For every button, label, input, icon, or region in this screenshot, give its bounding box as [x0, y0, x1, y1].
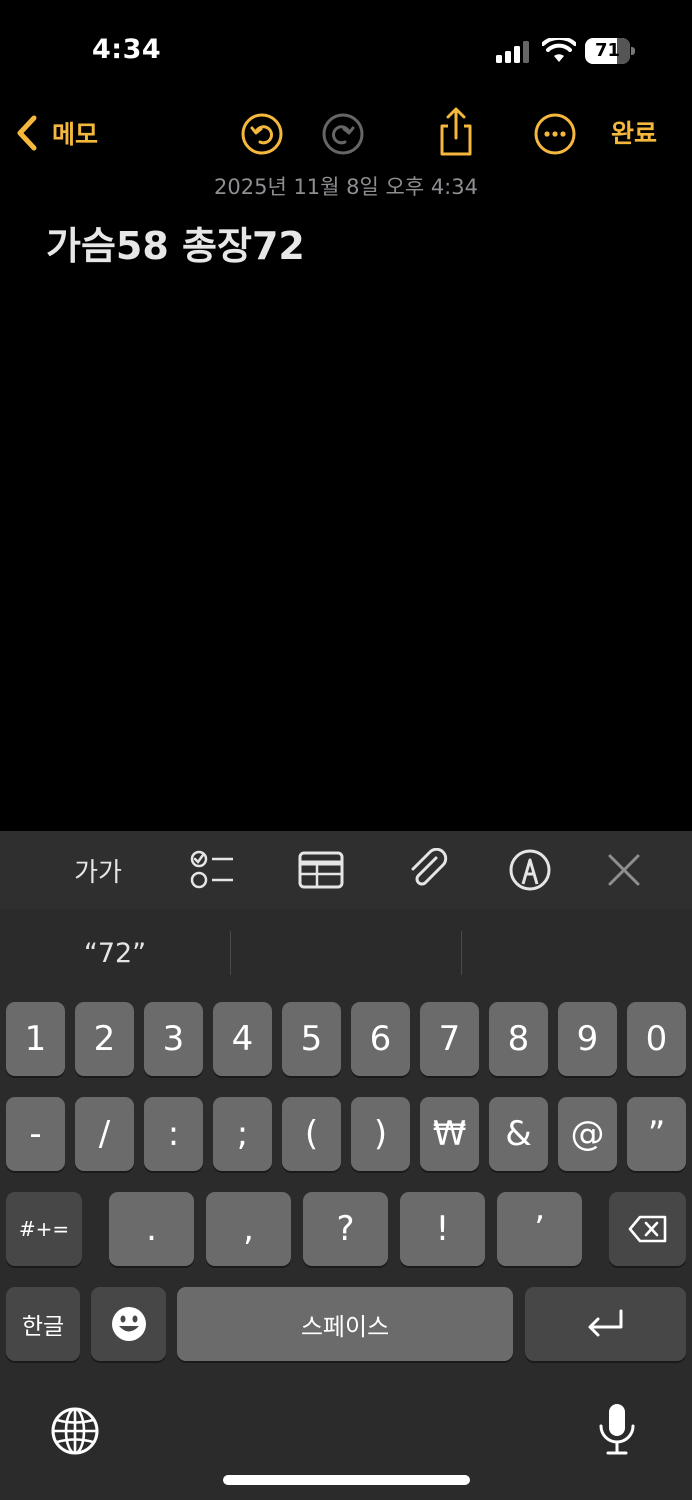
suggestion-item[interactable]	[462, 909, 692, 999]
key-colon[interactable]: :	[144, 1097, 203, 1171]
status-bar: 4:34 71	[0, 0, 692, 100]
key-8[interactable]: 8	[489, 1002, 548, 1076]
share-icon[interactable]	[434, 106, 478, 158]
cellular-signal-icon	[496, 41, 529, 63]
redo-icon[interactable]	[321, 112, 365, 156]
status-time: 4:34	[92, 34, 162, 65]
key-apostrophe[interactable]: ’	[497, 1192, 582, 1266]
emoji-icon	[111, 1307, 146, 1341]
format-toolbar: 가가	[0, 831, 692, 909]
checklist-button[interactable]	[188, 848, 236, 892]
suggestion-item[interactable]: “72”	[0, 909, 230, 999]
more-icon[interactable]	[533, 112, 577, 156]
key-question[interactable]: ?	[303, 1192, 388, 1266]
key-hyphen[interactable]: -	[6, 1097, 65, 1171]
key-close-paren[interactable]: )	[351, 1097, 410, 1171]
battery-body: 71	[585, 38, 630, 64]
home-indicator[interactable]	[223, 1475, 470, 1485]
key-7[interactable]: 7	[420, 1002, 479, 1076]
return-key[interactable]	[525, 1287, 686, 1361]
text-format-button[interactable]: 가가	[66, 848, 130, 892]
key-ampersand[interactable]: &	[489, 1097, 548, 1171]
paperclip-icon	[411, 848, 448, 886]
globe-icon[interactable]	[50, 1406, 100, 1456]
undo-icon[interactable]	[240, 112, 284, 156]
delete-key[interactable]	[609, 1192, 686, 1266]
note-date: 2025년 11월 8일 오후 4:34	[214, 175, 478, 199]
markup-button[interactable]	[506, 848, 554, 892]
key-4[interactable]: 4	[213, 1002, 272, 1076]
key-slash[interactable]: /	[75, 1097, 134, 1171]
table-button[interactable]	[297, 848, 345, 892]
key-semicolon[interactable]: ;	[213, 1097, 272, 1171]
keyboard: “72” 1 2 3 4 5 6 7 8 9 0 - / : ; ( ) ₩ &…	[0, 909, 692, 1500]
key-won[interactable]: ₩	[420, 1097, 479, 1171]
back-button[interactable]: 메모	[14, 110, 98, 156]
key-period[interactable]: .	[109, 1192, 194, 1266]
key-1[interactable]: 1	[6, 1002, 65, 1076]
table-icon	[298, 851, 344, 889]
space-key[interactable]: 스페이스	[177, 1287, 513, 1361]
delete-icon	[628, 1215, 666, 1243]
key-comma[interactable]: ,	[206, 1192, 291, 1266]
attach-button[interactable]	[404, 848, 452, 892]
key-more-symbols[interactable]: #+=	[6, 1192, 82, 1266]
battery-nub	[631, 47, 635, 55]
key-0[interactable]: 0	[627, 1002, 686, 1076]
close-keyboard-button[interactable]	[602, 848, 646, 892]
emoji-key[interactable]	[91, 1287, 166, 1361]
suggestion-bar: “72”	[0, 909, 692, 999]
key-9[interactable]: 9	[558, 1002, 617, 1076]
key-2[interactable]: 2	[75, 1002, 134, 1076]
wifi-icon	[542, 38, 576, 62]
battery-percent: 71	[594, 40, 621, 61]
back-label: 메모	[52, 120, 99, 149]
battery-icon: 71	[585, 38, 635, 64]
key-open-paren[interactable]: (	[282, 1097, 341, 1171]
key-at[interactable]: @	[558, 1097, 617, 1171]
key-5[interactable]: 5	[282, 1002, 341, 1076]
key-6[interactable]: 6	[351, 1002, 410, 1076]
key-3[interactable]: 3	[144, 1002, 203, 1076]
key-hangul[interactable]: 한글	[6, 1287, 80, 1361]
checklist-icon	[190, 850, 233, 889]
return-icon	[588, 1309, 622, 1337]
key-quote[interactable]: ”	[627, 1097, 686, 1171]
note-title[interactable]: 가슴58 총장72	[46, 215, 305, 270]
chevron-left-icon	[17, 115, 37, 151]
markup-icon	[509, 849, 551, 891]
close-icon	[608, 854, 640, 886]
suggestion-item[interactable]	[231, 909, 461, 999]
key-exclamation[interactable]: !	[400, 1192, 485, 1266]
mic-icon[interactable]	[596, 1402, 638, 1458]
done-button[interactable]: 완료	[611, 114, 657, 150]
